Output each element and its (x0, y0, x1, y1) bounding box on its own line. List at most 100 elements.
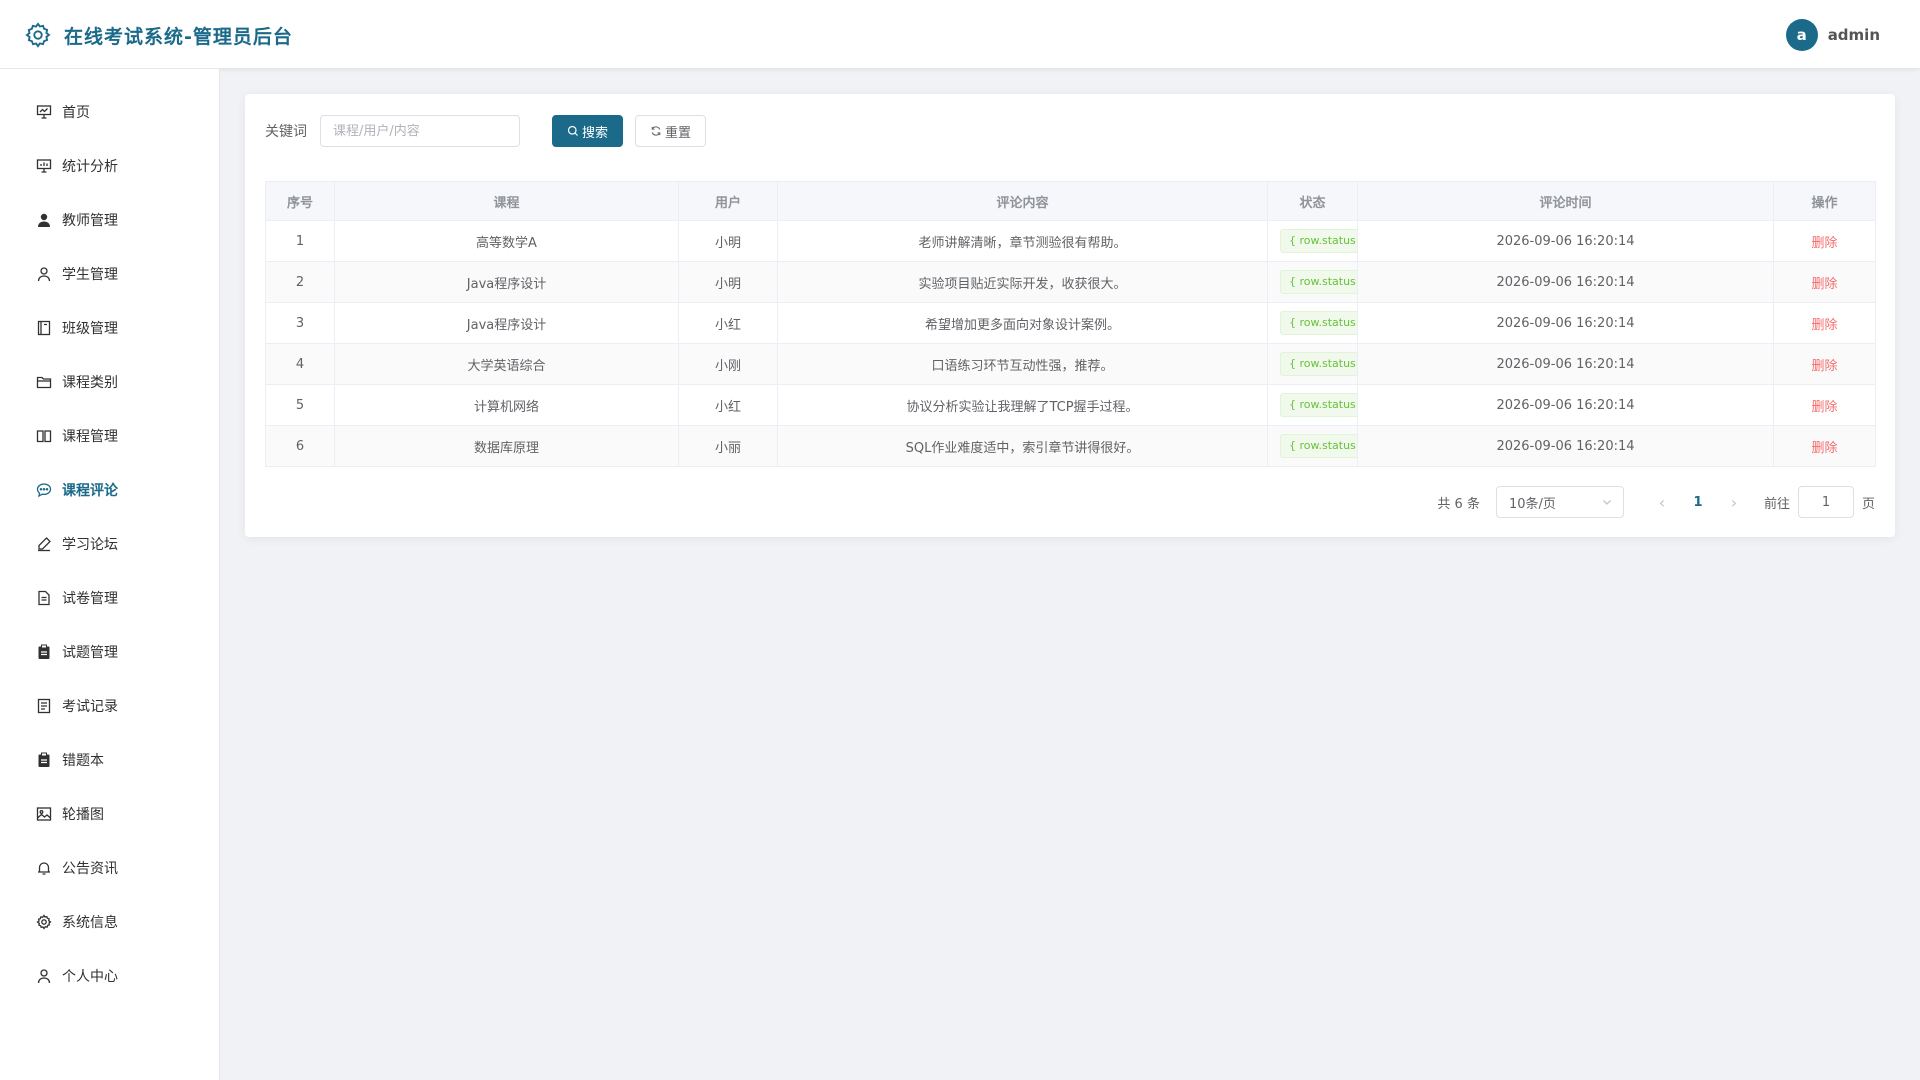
header-status: 状态 (1267, 181, 1358, 221)
cell-course-text: 高等数学A (476, 235, 537, 251)
search-button[interactable]: 搜索 (552, 115, 624, 147)
delete-button[interactable]: 删除 (1811, 441, 1837, 456)
cell-no-text: 5 (295, 397, 305, 413)
sidebar-item-5[interactable]: 课程类别 (0, 355, 219, 409)
cell-course: 计算机网络 (334, 384, 679, 426)
cell-status: { row.status===1 ? '正常' : '隐藏' } (1267, 220, 1358, 262)
prev-page-button[interactable]: ‹ (1648, 493, 1676, 512)
cell-no: 6 (265, 425, 335, 467)
table-row: 4 大学英语综合 小刚 口语练习环节互动性强，推荐。 { row.status===1 … (265, 343, 1876, 385)
header-course: 课程 (334, 181, 679, 221)
cell-time: 2026-09-06 16:20:14 (1357, 220, 1774, 262)
sidebar-item-12[interactable]: 错题本 (0, 733, 219, 787)
chat-dots-icon (36, 482, 52, 498)
sidebar-item-10[interactable]: 试题管理 (0, 625, 219, 679)
username[interactable]: admin (1828, 26, 1880, 44)
cell-action: 删除 (1773, 220, 1876, 262)
cell-action: 删除 (1773, 343, 1876, 385)
delete-button[interactable]: 删除 (1811, 277, 1837, 292)
sidebar-item-11[interactable]: 考试记录 (0, 679, 219, 733)
edit-pen-icon (36, 536, 52, 552)
cell-action: 删除 (1773, 261, 1876, 303)
sidebar-item-6[interactable]: 课程管理 (0, 409, 219, 463)
setting-icon (36, 914, 52, 930)
delete-button[interactable]: 删除 (1811, 400, 1837, 415)
sidebar-item-16[interactable]: 个人中心 (0, 949, 219, 1003)
app-title: 在线考试系统-管理员后台 (64, 25, 293, 48)
cell-time-text: 2026-09-06 16:20:14 (1496, 397, 1635, 413)
book-open-icon (36, 428, 52, 444)
next-page-button[interactable]: › (1720, 493, 1748, 512)
pagination: 共 6 条 10条/页 ‹ 1 › 前往 页 (1437, 486, 1875, 518)
sidebar-item-0[interactable]: 首页 (0, 85, 219, 139)
sidebar-item-1[interactable]: 统计分析 (0, 139, 219, 193)
sidebar-item-8[interactable]: 学习论坛 (0, 517, 219, 571)
sidebar-item-7[interactable]: 课程评论 (0, 463, 219, 517)
cell-content: 希望增加更多面向对象设计案例。 (777, 302, 1268, 344)
cell-time-text: 2026-09-06 16:20:14 (1496, 356, 1635, 372)
cell-content-text: SQL作业难度适中，索引章节讲得很好。 (905, 440, 1140, 456)
sidebar-item-14[interactable]: 公告资讯 (0, 841, 219, 895)
tickets-icon (36, 698, 52, 714)
cell-status: { row.status===1 ? '正常' : '隐藏' } (1267, 302, 1358, 344)
cell-user-text: 小红 (714, 317, 741, 333)
cell-course: Java程序设计 (334, 302, 679, 344)
search-bar: 关键词 搜索 重置 (265, 115, 707, 147)
picture-icon (36, 806, 52, 822)
cell-user: 小刚 (678, 343, 778, 385)
status-tag: { row.status===1 ? '正常' : '隐藏' } (1280, 393, 1357, 417)
sidebar-item-15[interactable]: 系统信息 (0, 895, 219, 949)
cell-user-text: 小刚 (714, 358, 741, 374)
sidebar-item-2[interactable]: 教师管理 (0, 193, 219, 247)
cell-action: 删除 (1773, 384, 1876, 426)
cell-no: 5 (265, 384, 335, 426)
cell-action: 删除 (1773, 425, 1876, 467)
status-tag: { row.status===1 ? '正常' : '隐藏' } (1280, 352, 1357, 376)
cell-content-text: 希望增加更多面向对象设计案例。 (924, 317, 1120, 333)
sidebar-item-label: 系统信息 (62, 915, 118, 931)
delete-button[interactable]: 删除 (1811, 359, 1837, 374)
cell-content-text: 协议分析实验让我理解了TCP握手过程。 (906, 399, 1139, 415)
top-header: 在线考试系统-管理员后台 a admin (0, 0, 1920, 69)
user-icon (36, 968, 52, 984)
cell-no-text: 6 (295, 438, 305, 454)
cell-content-text: 实验项目贴近实际开发，收获很大。 (918, 276, 1127, 292)
refresh-icon (651, 126, 661, 136)
cell-user: 小红 (678, 384, 778, 426)
page-size-value: 10条/页 (1508, 496, 1556, 512)
goto-page-input[interactable] (1797, 486, 1854, 518)
avatar[interactable]: a (1785, 19, 1818, 51)
search-icon (567, 125, 578, 136)
cell-time: 2026-09-06 16:20:14 (1357, 343, 1774, 385)
cell-content: 口语练习环节互动性强，推荐。 (777, 343, 1268, 385)
cell-status: { row.status===1 ? '正常' : '隐藏' } (1267, 384, 1358, 426)
sidebar-item-label: 试卷管理 (62, 591, 118, 607)
goto-suffix: 页 (1861, 496, 1875, 512)
sidebar-item-4[interactable]: 班级管理 (0, 301, 219, 355)
table-header-row: 序号 课程 用户 评论内容 状态 评论时间 操作 (265, 181, 1876, 221)
cell-user: 小丽 (678, 425, 778, 467)
cell-status: { row.status===1 ? '正常' : '隐藏' } (1267, 261, 1358, 303)
header-time: 评论时间 (1357, 181, 1774, 221)
sidebar-item-13[interactable]: 轮播图 (0, 787, 219, 841)
keyword-input[interactable] (320, 115, 520, 147)
user-menu[interactable]: a admin (1785, 19, 1880, 51)
logo: 在线考试系统-管理员后台 (24, 20, 293, 50)
table-row: 1 高等数学A 小明 老师讲解清晰，章节测验很有帮助。 { row.status===1… (265, 220, 1876, 262)
page-number-current[interactable]: 1 (1682, 495, 1714, 510)
delete-button[interactable]: 删除 (1811, 236, 1837, 251)
sidebar-item-3[interactable]: 学生管理 (0, 247, 219, 301)
page-size-select[interactable]: 10条/页 (1495, 486, 1624, 518)
sidebar-item-label: 课程管理 (62, 429, 118, 445)
cell-content: SQL作业难度适中，索引章节讲得很好。 (777, 425, 1268, 467)
status-tag: { row.status===1 ? '正常' : '隐藏' } (1280, 311, 1357, 335)
delete-button[interactable]: 删除 (1811, 318, 1837, 333)
gear-icon (24, 21, 52, 49)
cell-no-text: 1 (295, 233, 305, 249)
sidebar-item-9[interactable]: 试卷管理 (0, 571, 219, 625)
cell-course: 高等数学A (334, 220, 679, 262)
cell-content: 老师讲解清晰，章节测验很有帮助。 (777, 220, 1268, 262)
sidebar-item-label: 统计分析 (62, 159, 118, 175)
reset-button[interactable]: 重置 (635, 115, 707, 147)
cell-time: 2026-09-06 16:20:14 (1357, 384, 1774, 426)
